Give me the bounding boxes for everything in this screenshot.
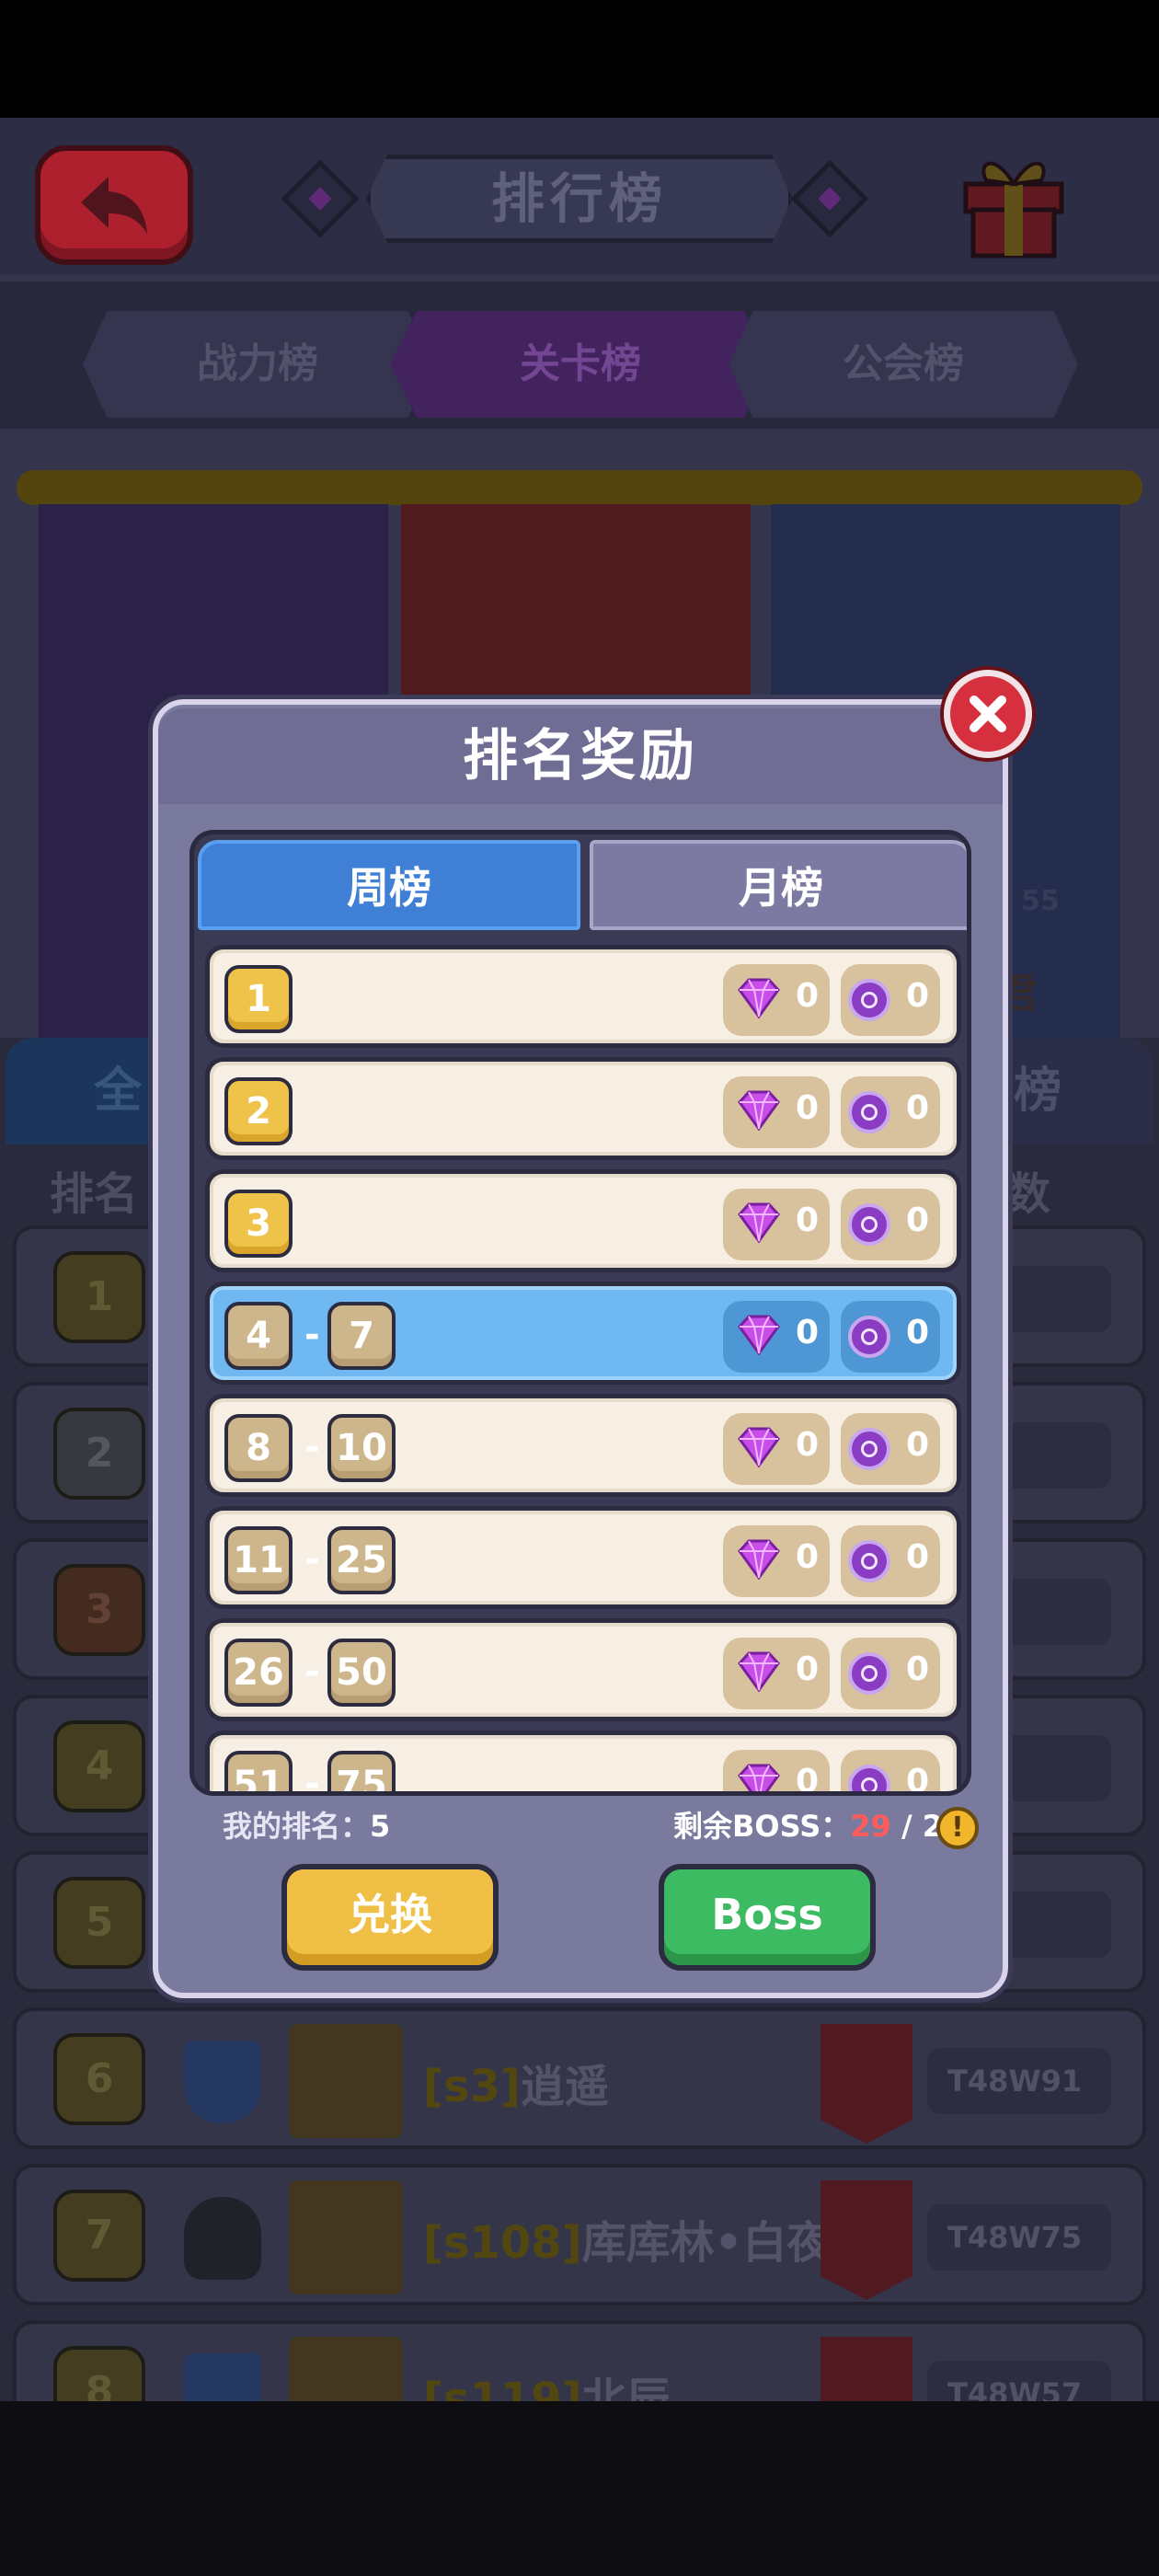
boss-button[interactable]: Boss [659, 1864, 876, 1971]
gem-amount: 0 [795, 1314, 819, 1351]
gem-reward: 0 [723, 1525, 830, 1597]
coin-reward: 0 [841, 1638, 940, 1709]
boss-coin-icon [848, 1316, 890, 1358]
boss-coin-icon [848, 1203, 890, 1246]
coin-reward: 0 [841, 1750, 940, 1796]
reward-row: 4-7 0 0 [205, 1282, 961, 1385]
rank-from-badge: 3 [224, 1190, 293, 1258]
gem-icon [734, 1763, 784, 1791]
rank-from-badge: 51 [224, 1751, 293, 1791]
dialog-title: 排名奖励 [158, 708, 1003, 804]
rank-range-dash: - [304, 1426, 320, 1468]
coin-amount: 0 [905, 1538, 929, 1576]
boss-sep: / [890, 1809, 923, 1844]
gem-reward: 0 [723, 1413, 830, 1485]
gem-icon [734, 1650, 784, 1696]
boss-coin-icon [848, 1540, 890, 1582]
gem-reward: 0 [723, 1638, 830, 1709]
gem-amount: 0 [795, 1763, 819, 1796]
tab-weekly[interactable]: 周榜 [198, 840, 580, 930]
gem-amount: 0 [795, 1538, 819, 1576]
rank-to-badge: 10 [327, 1414, 396, 1482]
rank-range-dash: - [304, 1650, 320, 1693]
rank-range-dash: - [304, 1763, 320, 1796]
reward-dialog: 排名奖励 周榜 月榜 1 0 0 2 0 0 3 0 0 4-7 0 0 8-10 0 0 11-25 0 0 26… [153, 699, 1008, 1998]
reward-panel: 周榜 月榜 1 0 0 2 0 0 3 0 0 4-7 0 0 8-10 0 0 11-25 0 0 26-50 0 0… [189, 830, 971, 1796]
boss-coin-icon [848, 979, 890, 1021]
gem-reward: 0 [723, 1301, 830, 1373]
my-rank-value: 5 [370, 1809, 391, 1844]
rank-to-badge: 25 [327, 1526, 396, 1594]
reward-list[interactable]: 1 0 0 2 0 0 3 0 0 4-7 0 0 8-10 0 0 11-25 0 0 26-50 0 0 51-75 0… [205, 945, 961, 1796]
gem-icon [734, 1202, 784, 1248]
coin-amount: 0 [905, 1314, 929, 1351]
boss-label: 剩余BOSS： [673, 1809, 851, 1844]
coin-amount: 0 [905, 1089, 929, 1127]
status-bar-area [0, 0, 1159, 118]
gem-icon [734, 1314, 784, 1360]
gem-reward: 0 [723, 1189, 830, 1260]
rank-from-badge: 2 [224, 1077, 293, 1145]
info-warning-icon[interactable]: ! [936, 1807, 979, 1849]
boss-current: 29 [850, 1809, 891, 1844]
reward-row: 26-50 0 0 [205, 1618, 961, 1721]
coin-amount: 0 [905, 1650, 929, 1688]
coin-reward: 0 [841, 1076, 940, 1148]
rank-from-badge: 8 [224, 1414, 293, 1482]
coin-amount: 0 [905, 1763, 929, 1796]
reward-row: 1 0 0 [205, 945, 961, 1048]
gem-reward: 0 [723, 1750, 830, 1796]
gem-amount: 0 [795, 1650, 819, 1688]
boss-remaining: 剩余BOSS：29 / 29 [673, 1803, 963, 1846]
coin-amount: 0 [905, 1202, 929, 1239]
rank-from-badge: 4 [224, 1302, 293, 1370]
rank-range-dash: - [304, 1538, 320, 1581]
coin-amount: 0 [905, 977, 929, 1015]
coin-reward: 0 [841, 1525, 940, 1597]
coin-reward: 0 [841, 1413, 940, 1485]
coin-amount: 0 [905, 1426, 929, 1464]
rank-from-badge: 1 [224, 965, 293, 1033]
exchange-button[interactable]: 兑换 [281, 1864, 499, 1971]
reward-row: 3 0 0 [205, 1169, 961, 1272]
gem-amount: 0 [795, 977, 819, 1015]
reward-row: 11-25 0 0 [205, 1506, 961, 1609]
navigation-bar-area [0, 2401, 1159, 2576]
coin-reward: 0 [841, 964, 940, 1036]
gem-icon [734, 1538, 784, 1584]
close-button[interactable] [944, 670, 1032, 758]
rank-to-badge: 7 [327, 1302, 396, 1370]
tab-monthly[interactable]: 月榜 [590, 840, 967, 930]
my-rank-label: 我的排名： [223, 1809, 371, 1844]
close-icon [970, 696, 1006, 732]
boss-coin-icon [848, 1091, 890, 1133]
gem-icon [734, 977, 784, 1023]
boss-coin-icon [848, 1765, 890, 1791]
my-rank: 我的排名：5 [223, 1803, 390, 1846]
rank-range-dash: - [304, 1314, 320, 1356]
gem-amount: 0 [795, 1202, 819, 1239]
reward-row: 2 0 0 [205, 1057, 961, 1160]
coin-reward: 0 [841, 1189, 940, 1260]
gem-reward: 0 [723, 964, 830, 1036]
reward-row: 8-10 0 0 [205, 1394, 961, 1497]
rank-from-badge: 26 [224, 1639, 293, 1707]
gem-amount: 0 [795, 1089, 819, 1127]
rank-to-badge: 50 [327, 1639, 396, 1707]
rank-from-badge: 11 [224, 1526, 293, 1594]
rank-to-badge: 75 [327, 1751, 396, 1791]
boss-coin-icon [848, 1428, 890, 1470]
gem-reward: 0 [723, 1076, 830, 1148]
gem-amount: 0 [795, 1426, 819, 1464]
boss-coin-icon [848, 1652, 890, 1695]
gem-icon [734, 1426, 784, 1472]
reward-row: 51-75 0 0 [205, 1731, 961, 1796]
gem-icon [734, 1089, 784, 1135]
coin-reward: 0 [841, 1301, 940, 1373]
